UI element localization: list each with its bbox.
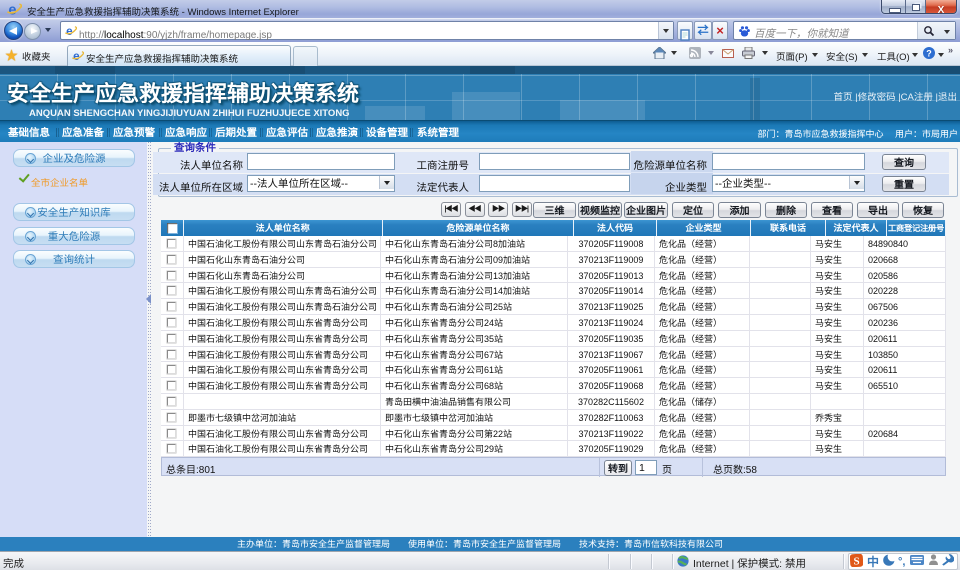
svg-text:e: e: [66, 25, 73, 37]
svg-text:S: S: [853, 556, 859, 568]
svg-text:e: e: [73, 50, 80, 62]
svg-text:e: e: [8, 3, 16, 17]
svg-text:?: ?: [926, 48, 932, 58]
